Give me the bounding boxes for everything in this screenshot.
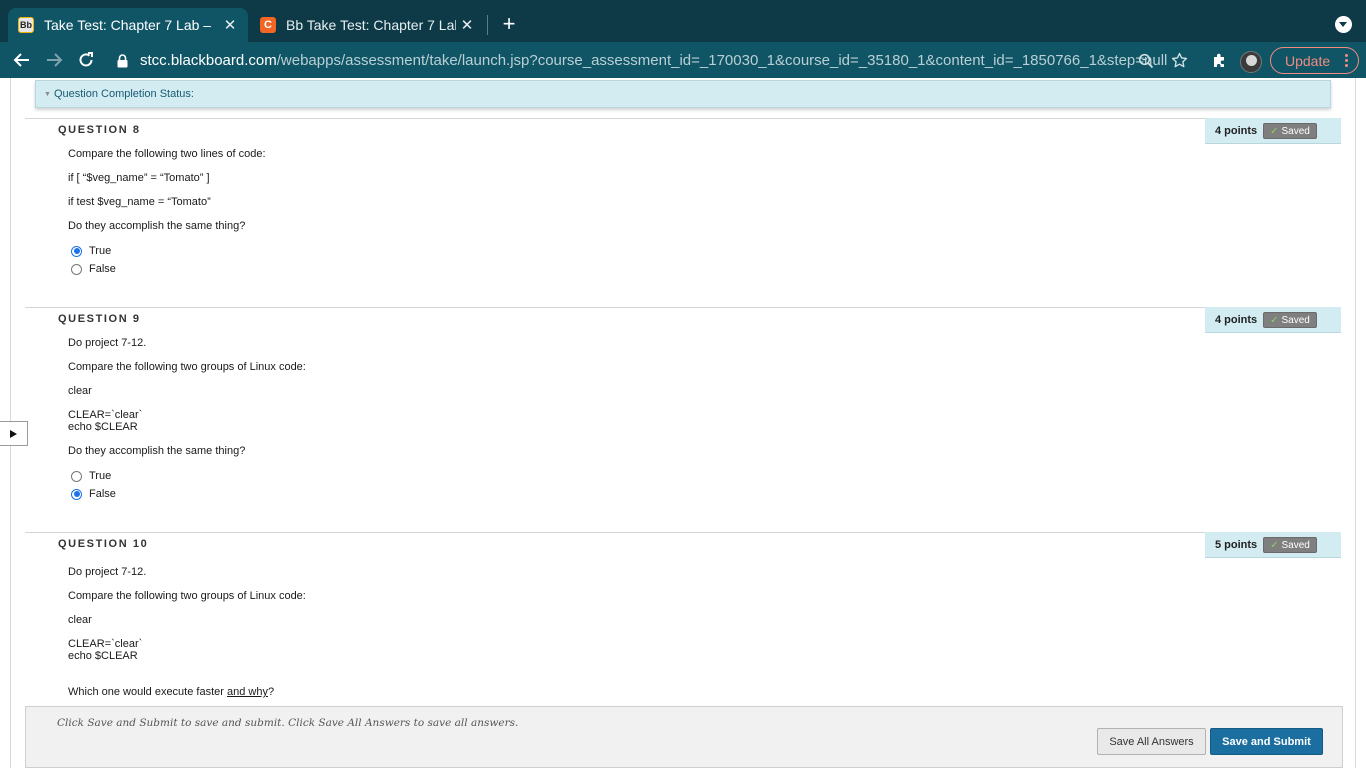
answer-option-false[interactable]: False (71, 488, 116, 500)
radio-button[interactable] (71, 488, 82, 500)
forward-arrow-icon[interactable] (42, 48, 66, 72)
radio-button[interactable] (71, 263, 82, 275)
content-frame (10, 78, 1356, 768)
close-tab-icon[interactable]: ✕ (459, 16, 475, 34)
saved-badge: ✓ Saved (1263, 123, 1317, 139)
code-line: clear (68, 385, 92, 397)
question-prompt: Which one would execute faster and why? (68, 686, 274, 698)
question-text: Compare the following two groups of Linu… (68, 590, 306, 602)
reload-icon[interactable] (74, 48, 98, 72)
code-line: CLEAR=`clear` (68, 409, 143, 421)
close-tab-icon[interactable]: ✕ (222, 16, 238, 34)
points-label: 5 points (1215, 538, 1258, 551)
points-box: 4 points ✓ Saved (1205, 118, 1341, 144)
extensions-puzzle-icon[interactable] (1211, 52, 1228, 74)
check-icon: ✓ (1270, 314, 1279, 326)
address-bar[interactable]: stcc.blackboard.com/webapps/assessment/t… (112, 47, 1198, 74)
browser-toolbar: stcc.blackboard.com/webapps/assessment/t… (0, 42, 1366, 78)
saved-badge: ✓ Saved (1263, 537, 1317, 553)
check-icon: ✓ (1270, 539, 1279, 551)
tab-title: Take Test: Chapter 7 Lab – UNIX (44, 17, 214, 33)
save-all-answers-button[interactable]: Save All Answers (1097, 728, 1206, 755)
zoom-magnifier-icon[interactable] (1138, 53, 1154, 74)
submit-instructions: Click Save and Submit to save and submit… (57, 717, 519, 729)
saved-label: Saved (1281, 125, 1310, 137)
saved-label: Saved (1281, 539, 1310, 551)
url-host: stcc.blackboard.com (140, 52, 277, 69)
code-line: if [ “$veg_name” = “Tomato” ] (68, 172, 210, 184)
update-button[interactable]: Update (1270, 47, 1359, 74)
question-title: QUESTION 9 (58, 313, 141, 325)
points-box: 5 points ✓ Saved (1205, 532, 1341, 558)
question-title: QUESTION 8 (58, 124, 141, 136)
code-line: echo $CLEAR (68, 650, 138, 662)
answer-option-true[interactable]: True (71, 245, 111, 257)
question-divider (25, 532, 1341, 533)
course-menu-toggle-button[interactable] (0, 421, 28, 446)
radio-button[interactable] (71, 245, 82, 257)
back-arrow-icon[interactable] (10, 48, 34, 72)
question-text: Compare the following two lines of code: (68, 148, 266, 160)
tab-divider (487, 15, 488, 35)
url-path: /webapps/assessment/take/launch.jsp?cour… (276, 52, 1168, 69)
radio-button[interactable] (71, 470, 82, 482)
saved-badge: ✓ Saved (1263, 312, 1317, 328)
blackboard-favicon-icon: Bb (18, 17, 34, 33)
option-label: False (89, 263, 116, 275)
lock-icon[interactable] (112, 53, 132, 68)
points-label: 4 points (1215, 313, 1258, 326)
code-line: CLEAR=`clear` (68, 638, 143, 650)
update-label: Update (1285, 52, 1331, 69)
saved-label: Saved (1281, 314, 1310, 326)
code-line: if test $veg_name = “Tomato” (68, 196, 211, 208)
bookmark-star-icon[interactable] (1171, 52, 1188, 74)
question-text: Do project 7-12. (68, 566, 147, 578)
browser-tab-strip: Bb Take Test: Chapter 7 Lab – UNIX ✕ C B… (0, 0, 1366, 42)
answer-option-false[interactable]: False (71, 263, 116, 275)
chegg-favicon-icon: C (260, 17, 276, 33)
more-menu-icon[interactable] (1345, 54, 1348, 69)
browser-tab-inactive[interactable]: C Bb Take Test: Chapter 7 Lab-UNIX ✕ (250, 8, 485, 42)
question-text: Do project 7-12. (68, 337, 147, 349)
new-tab-button[interactable]: + (499, 12, 519, 36)
question-prompt: Do they accomplish the same thing? (68, 445, 246, 457)
prompt-text: Which one would execute faster (68, 686, 227, 698)
question-title: QUESTION 10 (58, 538, 149, 550)
profile-avatar[interactable] (1240, 51, 1262, 73)
check-icon: ✓ (1270, 125, 1279, 137)
option-label: True (89, 245, 112, 257)
question-text: Compare the following two groups of Linu… (68, 361, 306, 373)
submit-bar: Click Save and Submit to save and submit… (25, 706, 1343, 768)
answer-option-true[interactable]: True (71, 470, 111, 482)
question-divider (25, 118, 1341, 119)
prompt-text: ? (267, 686, 275, 698)
question-divider (25, 307, 1341, 308)
browser-tab-active[interactable]: Bb Take Test: Chapter 7 Lab – UNIX ✕ (8, 8, 248, 42)
completion-status-label: Question Completion Status: (53, 88, 194, 100)
collapse-caret-icon[interactable]: ▼ (44, 91, 51, 98)
points-label: 4 points (1215, 124, 1258, 137)
question-completion-status-bar[interactable]: ▼ Question Completion Status: (35, 80, 1331, 108)
tab-title: Bb Take Test: Chapter 7 Lab-UNIX (286, 17, 456, 33)
question-prompt: Do they accomplish the same thing? (68, 220, 246, 232)
tab-search-chevron-icon[interactable] (1335, 16, 1352, 33)
option-label: False (89, 488, 116, 500)
test-page: ▼ Question Completion Status: QUESTION 8… (0, 78, 1366, 768)
save-and-submit-button[interactable]: Save and Submit (1210, 728, 1323, 755)
code-line: echo $CLEAR (68, 421, 138, 433)
prompt-underlined-text: and why (226, 686, 268, 698)
option-label: True (89, 470, 112, 482)
code-line: clear (68, 614, 92, 626)
points-box: 4 points ✓ Saved (1205, 307, 1341, 333)
